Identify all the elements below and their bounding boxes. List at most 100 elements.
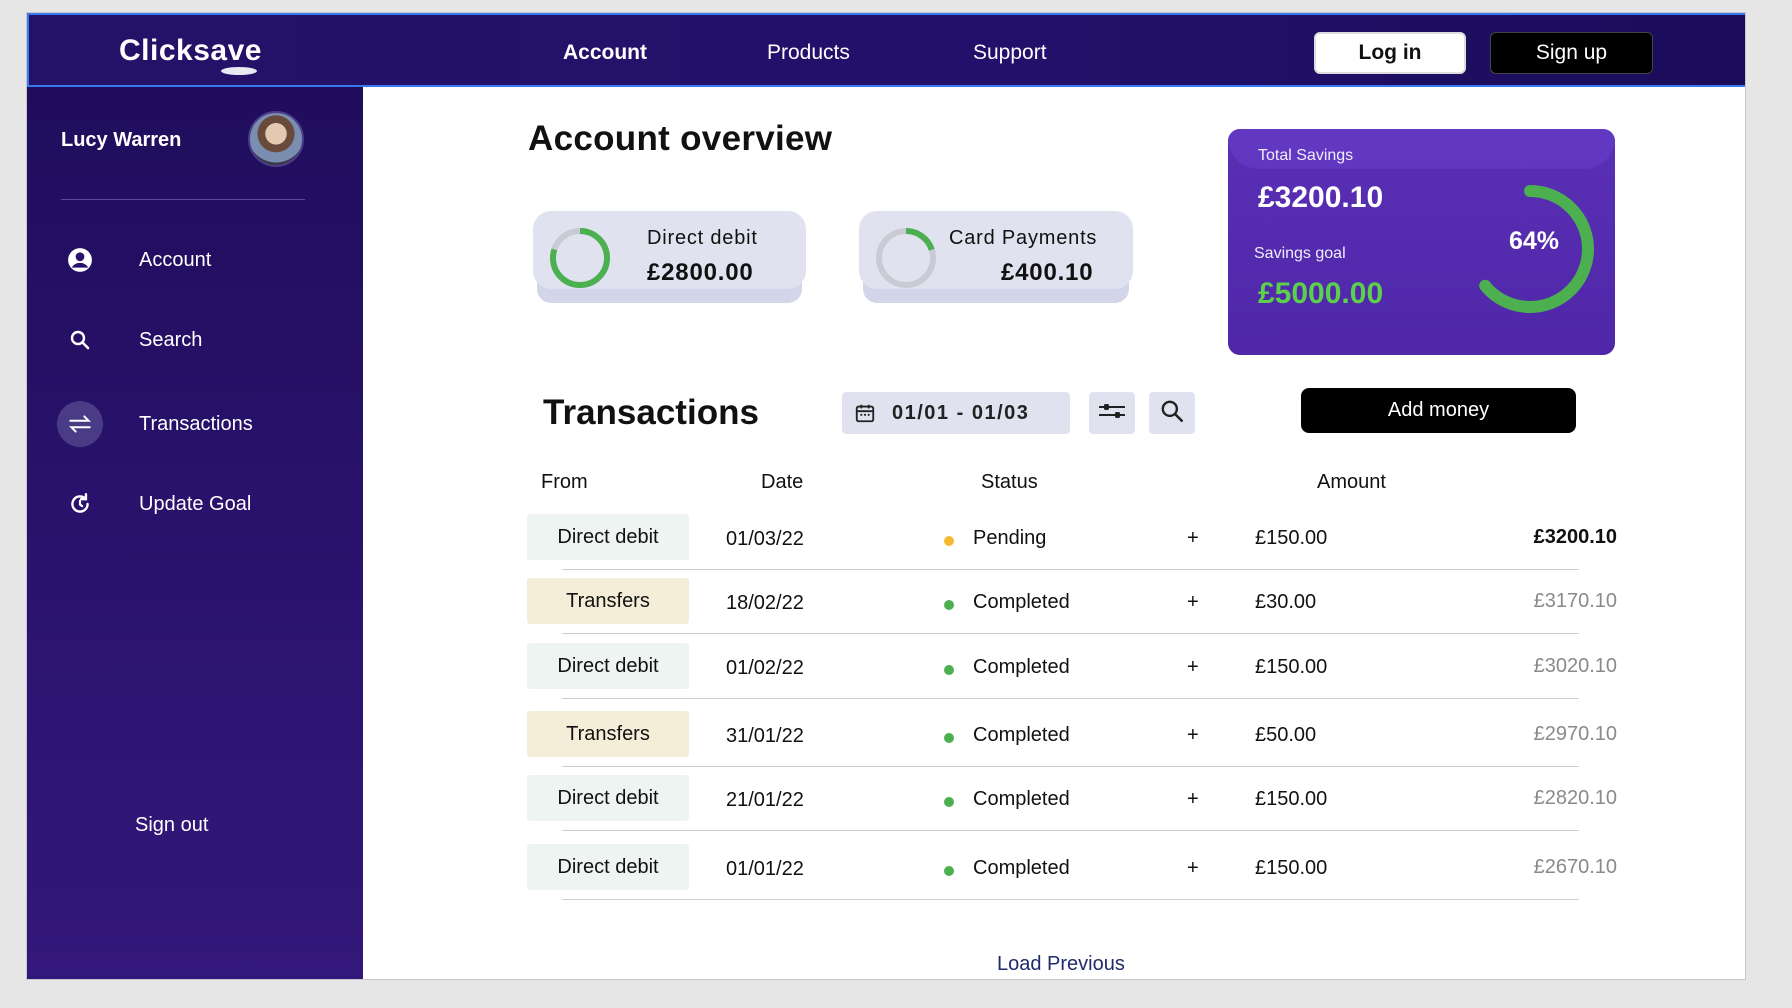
row-divider	[562, 899, 1579, 900]
amount-sign: +	[1187, 527, 1199, 549]
row-divider	[562, 698, 1579, 699]
nav-support[interactable]: Support	[973, 41, 1047, 65]
transactions-title: Transactions	[543, 393, 759, 432]
transaction-status: Completed	[973, 591, 1070, 613]
table-row[interactable]: Direct debit 01/01/22 Completed + £150.0…	[527, 844, 1617, 906]
user-name: Lucy Warren	[61, 129, 182, 151]
transaction-status: Completed	[973, 788, 1070, 810]
transaction-date: 21/01/22	[726, 789, 804, 811]
transaction-date: 31/01/22	[726, 725, 804, 747]
sidebar-item-transactions[interactable]: Transactions	[57, 401, 253, 447]
savings-title: Total Savings	[1258, 147, 1354, 164]
amount-sign: +	[1187, 788, 1199, 810]
table-row[interactable]: Direct debit 01/03/22 Pending + £150.00 …	[527, 514, 1617, 576]
top-navbar: Clicksave Account Products Support Log i…	[27, 13, 1745, 87]
transaction-type-tag: Direct debit	[527, 775, 689, 821]
savings-percent: 64%	[1508, 227, 1560, 255]
date-range-picker[interactable]: 01/01 - 01/03	[842, 392, 1070, 434]
sidebar-item-search[interactable]: Search	[57, 317, 202, 363]
sidebar-item-account[interactable]: Account	[57, 237, 211, 283]
transaction-date: 01/01/22	[726, 858, 804, 880]
transaction-amount: £50.00	[1255, 724, 1317, 746]
card-payments-progress-ring	[876, 228, 936, 288]
status-dot	[944, 600, 954, 610]
transaction-type-tag: Transfers	[527, 578, 689, 624]
transaction-date: 18/02/22	[726, 592, 804, 614]
direct-debit-progress-ring	[550, 228, 610, 288]
transaction-amount: £30.00	[1255, 591, 1317, 613]
sidebar-item-label: Search	[139, 328, 203, 351]
app-window: Clicksave Account Products Support Log i…	[26, 12, 1746, 980]
card-payments-card[interactable]: Card Payments £400.10	[859, 211, 1133, 289]
total-savings-card[interactable]: Total Savings £3200.10 Savings goal £500…	[1228, 129, 1615, 355]
row-divider	[562, 830, 1579, 831]
transactions-search-button[interactable]	[1149, 392, 1195, 434]
savings-goal-value: £5000.00	[1258, 277, 1384, 310]
status-dot	[944, 665, 954, 675]
column-header-date[interactable]: Date	[761, 471, 803, 494]
transaction-status: Pending	[973, 527, 1047, 549]
savings-goal-label: Savings goal	[1254, 245, 1346, 262]
transaction-amount: £150.00	[1255, 857, 1328, 879]
sidebar-item-update-goal[interactable]: Update Goal	[57, 481, 251, 527]
transaction-status: Completed	[973, 724, 1070, 746]
column-header-amount[interactable]: Amount	[1317, 471, 1386, 494]
search-icon	[57, 317, 103, 363]
nav-account[interactable]: Account	[563, 41, 647, 65]
column-header-status[interactable]: Status	[981, 471, 1038, 494]
transaction-type-tag: Direct debit	[527, 844, 689, 890]
card-value: £400.10	[1001, 259, 1094, 286]
transaction-date: 01/03/22	[726, 528, 804, 550]
column-header-from[interactable]: From	[541, 471, 588, 494]
page-title: Account overview	[528, 119, 833, 158]
status-dot	[944, 536, 954, 546]
search-icon	[1159, 398, 1185, 429]
amount-sign: +	[1187, 857, 1199, 879]
transaction-type-tag: Direct debit	[527, 514, 689, 560]
add-money-button[interactable]: Add money	[1301, 388, 1576, 433]
user-icon	[57, 237, 103, 283]
signup-button[interactable]: Sign up	[1490, 32, 1653, 74]
amount-sign: +	[1187, 656, 1199, 678]
nav-products[interactable]: Products	[767, 41, 850, 65]
card-label: Card Payments	[949, 227, 1098, 249]
sidebar-item-label: Account	[139, 248, 212, 271]
amount-sign: +	[1187, 591, 1199, 613]
status-dot	[944, 866, 954, 876]
status-dot	[944, 797, 954, 807]
transaction-amount: £150.00	[1255, 527, 1328, 549]
running-balance: £2820.10	[1533, 787, 1617, 809]
sign-out-link[interactable]: Sign out	[135, 814, 208, 837]
table-row[interactable]: Transfers 18/02/22 Completed + £30.00 £3…	[527, 578, 1617, 640]
running-balance: £3200.10	[1533, 526, 1617, 548]
logo-mark-icon	[221, 67, 257, 75]
sliders-icon	[1097, 399, 1127, 428]
running-balance: £2970.10	[1533, 723, 1617, 745]
direct-debit-card[interactable]: Direct debit £2800.00	[533, 211, 806, 289]
transaction-type-tag: Transfers	[527, 711, 689, 757]
load-previous-link[interactable]: Load Previous	[997, 953, 1125, 976]
avatar[interactable]	[248, 111, 304, 167]
brand-logo[interactable]: Clicksave	[119, 34, 262, 68]
card-label: Direct debit	[647, 227, 758, 249]
table-row[interactable]: Direct debit 21/01/22 Completed + £150.0…	[527, 775, 1617, 837]
sidebar-item-label: Update Goal	[139, 492, 252, 515]
sidebar: Lucy Warren Account Search Transactions	[27, 87, 363, 979]
running-balance: £2670.10	[1533, 856, 1617, 878]
transaction-type-tag: Direct debit	[527, 643, 689, 689]
transaction-status: Completed	[973, 656, 1070, 678]
card-value: £2800.00	[647, 259, 754, 286]
running-balance: £3020.10	[1533, 655, 1617, 677]
transaction-amount: £150.00	[1255, 656, 1328, 678]
running-balance: £3170.10	[1533, 590, 1617, 612]
table-row[interactable]: Direct debit 01/02/22 Completed + £150.0…	[527, 643, 1617, 705]
login-button[interactable]: Log in	[1314, 32, 1466, 74]
sidebar-item-label: Transactions	[139, 412, 253, 435]
transaction-status: Completed	[973, 857, 1070, 879]
calendar-icon	[854, 402, 876, 424]
amount-sign: +	[1187, 724, 1199, 746]
table-row[interactable]: Transfers 31/01/22 Completed + £50.00 £2…	[527, 711, 1617, 773]
transaction-date: 01/02/22	[726, 657, 804, 679]
filter-button[interactable]	[1089, 392, 1135, 434]
sidebar-divider	[61, 199, 305, 200]
